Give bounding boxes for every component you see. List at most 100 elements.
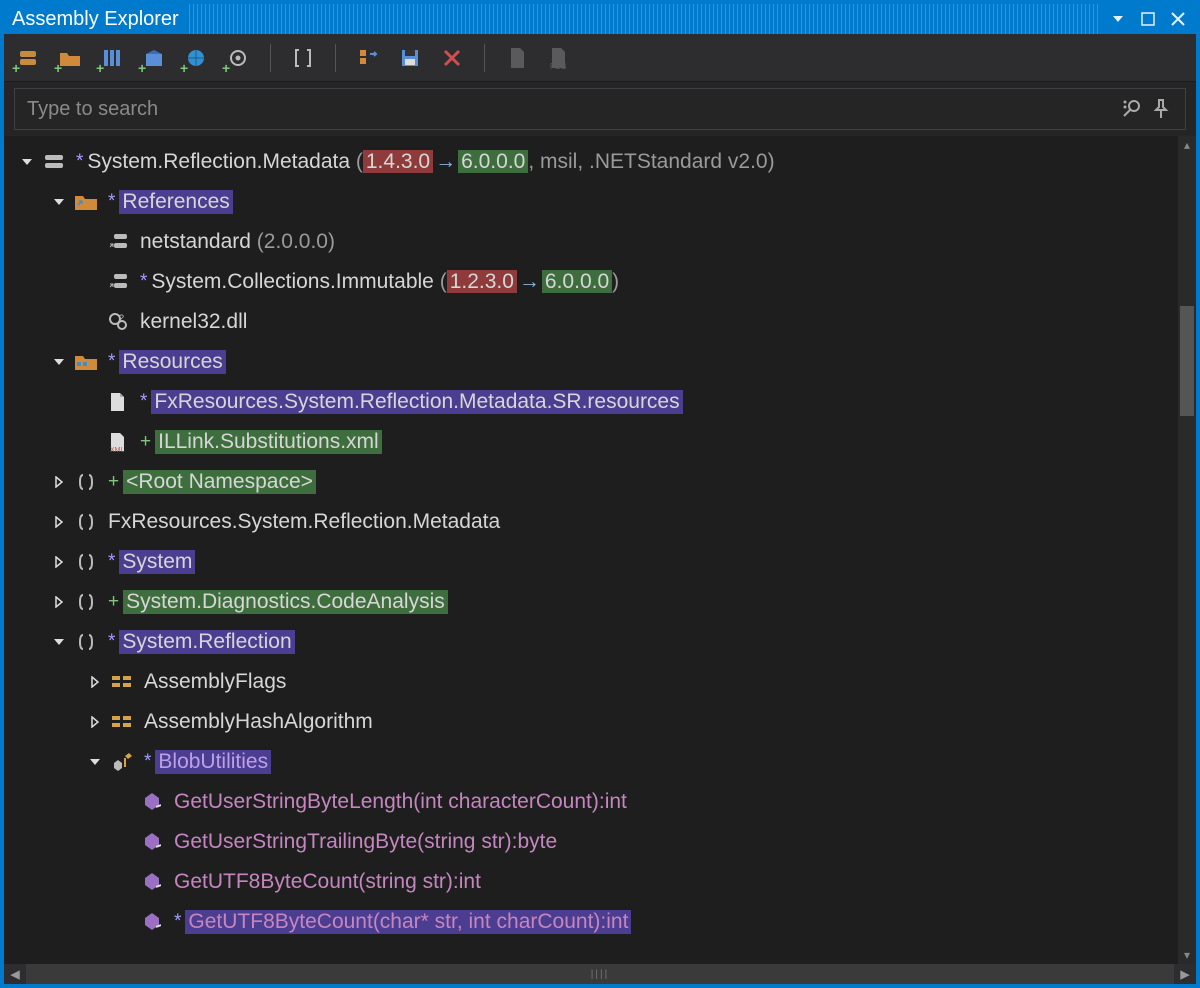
tree-row-member[interactable]: GetUTF8ByteCount(string str):int <box>4 862 1178 902</box>
change-marker: * <box>140 271 147 293</box>
scroll-up-icon[interactable]: ▴ <box>1178 136 1196 154</box>
chevron-right-icon[interactable] <box>50 513 68 531</box>
add-globe-icon[interactable] <box>182 44 210 72</box>
tree-row-ref-kernel32[interactable]: ? kernel32.dll <box>4 302 1178 342</box>
tree-row-ns-reflection[interactable]: * System.Reflection <box>4 622 1178 662</box>
resources-folder-icon <box>74 350 98 374</box>
member-sig: GetUTF8ByteCount(char* str, int charCoun… <box>185 910 631 934</box>
tree-row-ns-fxres[interactable]: FxResources.System.Reflection.Metadata <box>4 502 1178 542</box>
add-marker: + <box>108 591 119 613</box>
ns-name: System.Diagnostics.CodeAnalysis <box>123 590 448 614</box>
change-marker: * <box>108 191 115 213</box>
horizontal-scrollbar[interactable]: ◂ |||| ▸ <box>4 964 1196 984</box>
references-label: References <box>119 190 232 214</box>
pin-icon[interactable] <box>1153 99 1185 119</box>
namespace-icon <box>74 630 98 654</box>
delete-icon[interactable] <box>438 44 466 72</box>
resources-label: Resources <box>119 350 225 374</box>
search-bar[interactable] <box>14 88 1186 130</box>
tree-row-resource-sr[interactable]: * FxResources.System.Reflection.Metadata… <box>4 382 1178 422</box>
chevron-down-icon[interactable] <box>18 153 36 171</box>
search-options-icon[interactable] <box>1121 99 1153 119</box>
search-input[interactable] <box>15 98 1121 121</box>
toolbar-separator <box>484 44 485 72</box>
add-settings-icon[interactable] <box>224 44 252 72</box>
chevron-right-icon[interactable] <box>50 593 68 611</box>
file-icon <box>106 390 130 414</box>
tree-row-type-asmhash[interactable]: AssemblyHashAlgorithm <box>4 702 1178 742</box>
toolbar: PDB <box>4 34 1196 82</box>
window-title: Assembly Explorer <box>12 8 179 31</box>
change-marker: * <box>76 151 83 173</box>
tree-row-member[interactable]: GetUserStringTrailingByte(string str):by… <box>4 822 1178 862</box>
method-icon <box>140 910 164 934</box>
ref-name: System.Collections.Immutable (1.2.3.0→6.… <box>151 270 619 294</box>
chevron-right-icon[interactable] <box>86 713 104 731</box>
tree-row-type-blob[interactable]: * BlobUtilities <box>4 742 1178 782</box>
vertical-scrollbar[interactable]: ▴ ▾ <box>1178 136 1196 964</box>
tree-row-member[interactable]: * GetUTF8ByteCount(char* str, int charCo… <box>4 902 1178 942</box>
tree-row-ref-immutable[interactable]: * System.Collections.Immutable (1.2.3.0→… <box>4 262 1178 302</box>
chevron-right-icon[interactable] <box>86 673 104 691</box>
svg-text:?: ? <box>119 313 124 323</box>
save-icon[interactable] <box>396 44 424 72</box>
tree-row-ns-system[interactable]: * System <box>4 542 1178 582</box>
add-marker: + <box>140 431 151 453</box>
resource-name: ILLink.Substitutions.xml <box>155 430 382 454</box>
chevron-right-icon[interactable] <box>50 473 68 491</box>
change-marker: * <box>108 351 115 373</box>
namespace-icon <box>74 470 98 494</box>
scroll-down-icon[interactable]: ▾ <box>1178 946 1196 964</box>
tree-row-references[interactable]: * References <box>4 182 1178 222</box>
chevron-down-icon[interactable] <box>86 753 104 771</box>
pdb-icon-1[interactable] <box>503 44 531 72</box>
ns-name: System.Reflection <box>119 630 294 654</box>
tree-row-ns-root[interactable]: + <Root Namespace> <box>4 462 1178 502</box>
tree-row-resources[interactable]: * Resources <box>4 342 1178 382</box>
close-icon[interactable] <box>1168 9 1188 29</box>
brackets-icon[interactable] <box>289 44 317 72</box>
tree-row-ref-netstandard[interactable]: netstandard (2.0.0.0) <box>4 222 1178 262</box>
chevron-down-icon[interactable] <box>50 633 68 651</box>
enum-icon <box>110 670 134 694</box>
tree-row-assembly[interactable]: * System.Reflection.Metadata (1.4.3.0→6.… <box>4 142 1178 182</box>
scroll-track[interactable]: |||| <box>26 964 1174 984</box>
change-marker: * <box>108 631 115 653</box>
chevron-right-icon[interactable] <box>50 553 68 571</box>
dll-icon: ? <box>106 310 130 334</box>
method-icon <box>140 830 164 854</box>
enum-icon <box>110 710 134 734</box>
method-icon <box>140 790 164 814</box>
assembly-explorer-window: Assembly Explorer <box>0 0 1200 988</box>
ns-name: FxResources.System.Reflection.Metadata <box>108 510 500 534</box>
scroll-left-icon[interactable]: ◂ <box>4 963 26 986</box>
maximize-icon[interactable] <box>1138 9 1158 29</box>
method-icon <box>140 870 164 894</box>
titlebar[interactable]: Assembly Explorer <box>4 4 1196 34</box>
member-sig: GetUserStringTrailingByte(string str):by… <box>174 830 557 854</box>
chevron-down-icon[interactable] <box>50 353 68 371</box>
chevron-down-icon[interactable] <box>50 193 68 211</box>
grid-arrow-icon[interactable] <box>354 44 382 72</box>
toolbar-separator <box>335 44 336 72</box>
dropdown-icon[interactable] <box>1108 9 1128 29</box>
assembly-icon <box>42 150 66 174</box>
tree-row-ns-diag[interactable]: + System.Diagnostics.CodeAnalysis <box>4 582 1178 622</box>
scroll-thumb[interactable] <box>1180 306 1194 416</box>
add-library-icon[interactable] <box>98 44 126 72</box>
scroll-right-icon[interactable]: ▸ <box>1174 963 1196 986</box>
tree-row-resource-illink[interactable]: XML + ILLink.Substitutions.xml <box>4 422 1178 462</box>
type-name: AssemblyHashAlgorithm <box>144 710 373 734</box>
tree-row-type-asmflags[interactable]: AssemblyFlags <box>4 662 1178 702</box>
add-assembly-icon[interactable] <box>14 44 42 72</box>
add-package-icon[interactable] <box>140 44 168 72</box>
pdb-icon-2[interactable]: PDB <box>545 44 573 72</box>
reference-icon <box>106 270 130 294</box>
tree-row-member[interactable]: GetUserStringByteLength(int characterCou… <box>4 782 1178 822</box>
change-marker: * <box>140 391 147 413</box>
add-folder-icon[interactable] <box>56 44 84 72</box>
class-icon <box>110 750 134 774</box>
titlebar-grip[interactable] <box>189 4 1098 34</box>
add-marker: + <box>108 471 119 493</box>
assembly-tree[interactable]: * System.Reflection.Metadata (1.4.3.0→6.… <box>4 136 1178 964</box>
